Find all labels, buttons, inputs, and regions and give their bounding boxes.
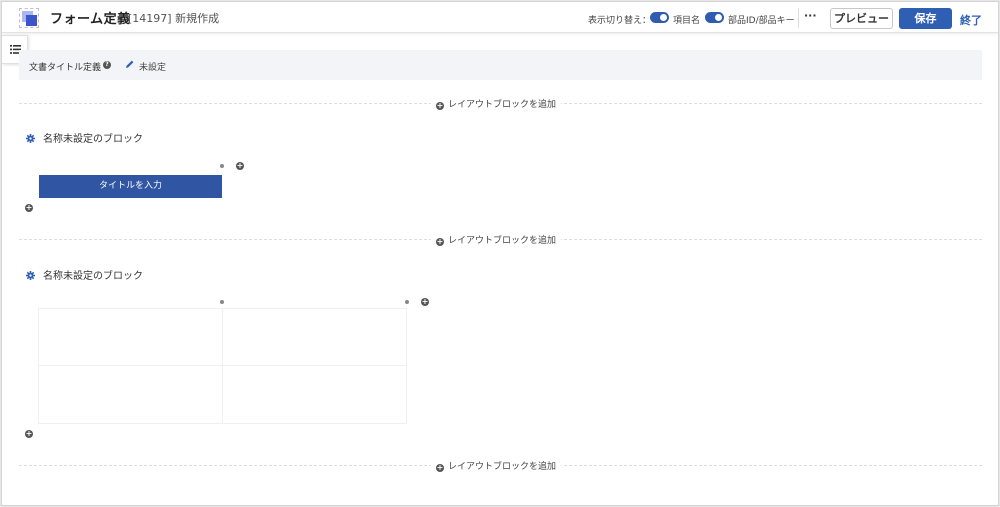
gear-icon[interactable] xyxy=(26,271,35,280)
column-resize-handle[interactable] xyxy=(220,164,224,168)
form-id-status: [14197] 新規作成 xyxy=(128,12,220,25)
add-layout-block-label: レイアウトブロックを追加 xyxy=(448,236,557,246)
add-row-icon[interactable]: + xyxy=(25,430,33,438)
gear-icon[interactable] xyxy=(26,134,35,143)
item-name-toggle[interactable] xyxy=(650,12,669,23)
add-layout-block-row: + レイアウトブロックを追加 xyxy=(19,233,982,246)
add-layout-block-button[interactable]: + レイアウトブロックを追加 xyxy=(431,459,562,472)
plus-circle-icon: + xyxy=(436,463,444,472)
pencil-icon[interactable] xyxy=(126,60,134,68)
layout-cell[interactable] xyxy=(222,365,407,424)
app-logo-icon xyxy=(19,8,39,28)
document-title-bar: 文書タイトル定義 ? 未設定 xyxy=(19,50,982,80)
block-header[interactable]: 名称未設定のブロック xyxy=(26,267,143,282)
item-name-toggle-label: 項目名 xyxy=(673,16,701,26)
add-row-icon[interactable]: + xyxy=(25,204,33,212)
add-column-icon[interactable]: + xyxy=(236,162,244,170)
plus-circle-icon: + xyxy=(436,101,444,110)
save-button[interactable]: 保存 xyxy=(899,8,952,29)
top-bar: フォーム定義 [14197] 新規作成 表示切り替え： 項目名 部品ID/部品キ… xyxy=(2,2,998,33)
document-title-value[interactable]: 未設定 xyxy=(139,60,166,73)
divider xyxy=(798,8,799,28)
layout-cell[interactable] xyxy=(38,308,223,366)
add-layout-block-label: レイアウトブロックを追加 xyxy=(448,462,557,472)
title-input-field[interactable]: タイトルを入力 xyxy=(39,175,222,198)
app-window: フォーム定義 [14197] 新規作成 表示切り替え： 項目名 部品ID/部品キ… xyxy=(1,1,999,506)
block-header[interactable]: 名称未設定のブロック xyxy=(26,130,143,145)
more-menu-button[interactable]: ··· xyxy=(804,9,817,22)
column-resize-handle[interactable] xyxy=(220,300,224,304)
end-button[interactable]: 終了 xyxy=(960,12,982,28)
layout-cell[interactable] xyxy=(38,365,223,424)
add-layout-block-button[interactable]: + レイアウトブロックを追加 xyxy=(431,233,562,246)
add-layout-block-row: + レイアウトブロックを追加 xyxy=(19,97,982,110)
plus-circle-icon: + xyxy=(436,237,444,246)
add-layout-block-row: + レイアウトブロックを追加 xyxy=(19,459,982,472)
help-icon[interactable]: ? xyxy=(103,61,111,69)
display-toggle-label: 表示切り替え： xyxy=(588,16,652,26)
layout-cell[interactable] xyxy=(222,308,407,366)
page-title: フォーム定義 xyxy=(50,12,131,27)
add-layout-block-button[interactable]: + レイアウトブロックを追加 xyxy=(431,97,562,110)
add-column-icon[interactable]: + xyxy=(421,298,429,306)
preview-button[interactable]: プレビュー xyxy=(830,8,893,29)
block-name: 名称未設定のブロック xyxy=(43,271,143,282)
add-layout-block-label: レイアウトブロックを追加 xyxy=(448,100,557,110)
part-id-toggle-label: 部品ID/部品キー xyxy=(728,16,795,26)
block-name: 名称未設定のブロック xyxy=(43,134,143,145)
document-title-label: 文書タイトル定義 xyxy=(29,63,102,73)
part-id-toggle[interactable] xyxy=(705,12,724,23)
column-resize-handle[interactable] xyxy=(405,300,409,304)
